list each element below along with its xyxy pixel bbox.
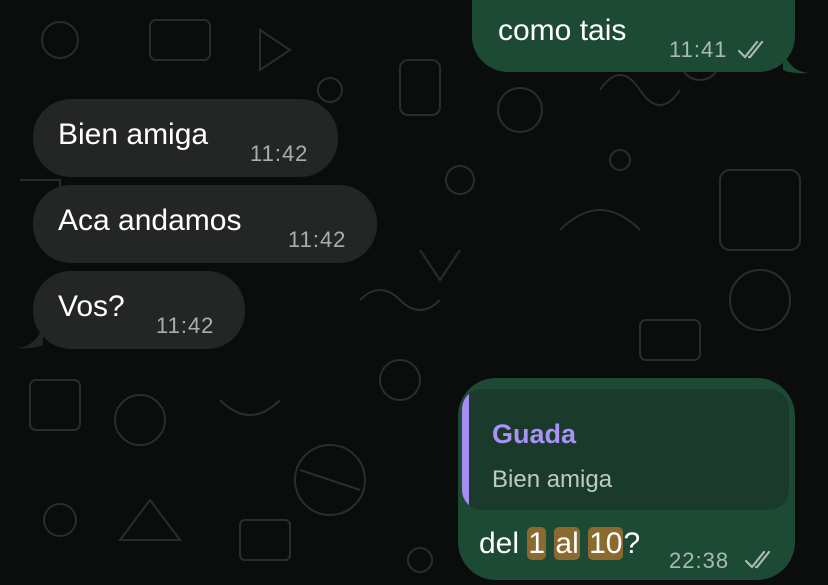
search-highlight: al: [554, 527, 580, 560]
message-text: Aca andamos: [58, 204, 242, 237]
message-text: como tais: [498, 14, 627, 47]
double-check-icon: [738, 40, 764, 59]
message-time: 22:38: [669, 548, 730, 573]
message-time: 11:42: [156, 313, 215, 338]
message-text: Bien amiga: [58, 118, 209, 151]
quoted-text: Bien amiga: [492, 466, 613, 493]
message-text: del 1 al 10?: [479, 527, 641, 560]
search-highlight: 10: [588, 527, 624, 560]
outgoing-message[interactable]: como tais 11:41: [472, 0, 795, 72]
bubble-tail: [17, 327, 43, 349]
incoming-message[interactable]: Bien amiga 11:42: [33, 99, 338, 177]
incoming-message[interactable]: Vos? 11:42: [33, 271, 245, 349]
double-check-icon: [745, 550, 771, 569]
bubble-tail: [783, 52, 809, 74]
message-text: Vos?: [58, 290, 125, 323]
quote-accent-bar: [462, 389, 469, 510]
message-time: 11:41: [669, 37, 728, 62]
search-highlight: 1: [527, 527, 547, 560]
quoted-message[interactable]: Guada Bien amiga: [462, 389, 789, 510]
outgoing-reply-message[interactable]: Guada Bien amiga del 1 al 10? 22:38: [458, 378, 795, 580]
message-time: 11:42: [288, 227, 347, 252]
message-time: 11:42: [250, 141, 309, 166]
incoming-message[interactable]: Aca andamos 11:42: [33, 185, 377, 263]
quoted-author: Guada: [492, 419, 577, 449]
